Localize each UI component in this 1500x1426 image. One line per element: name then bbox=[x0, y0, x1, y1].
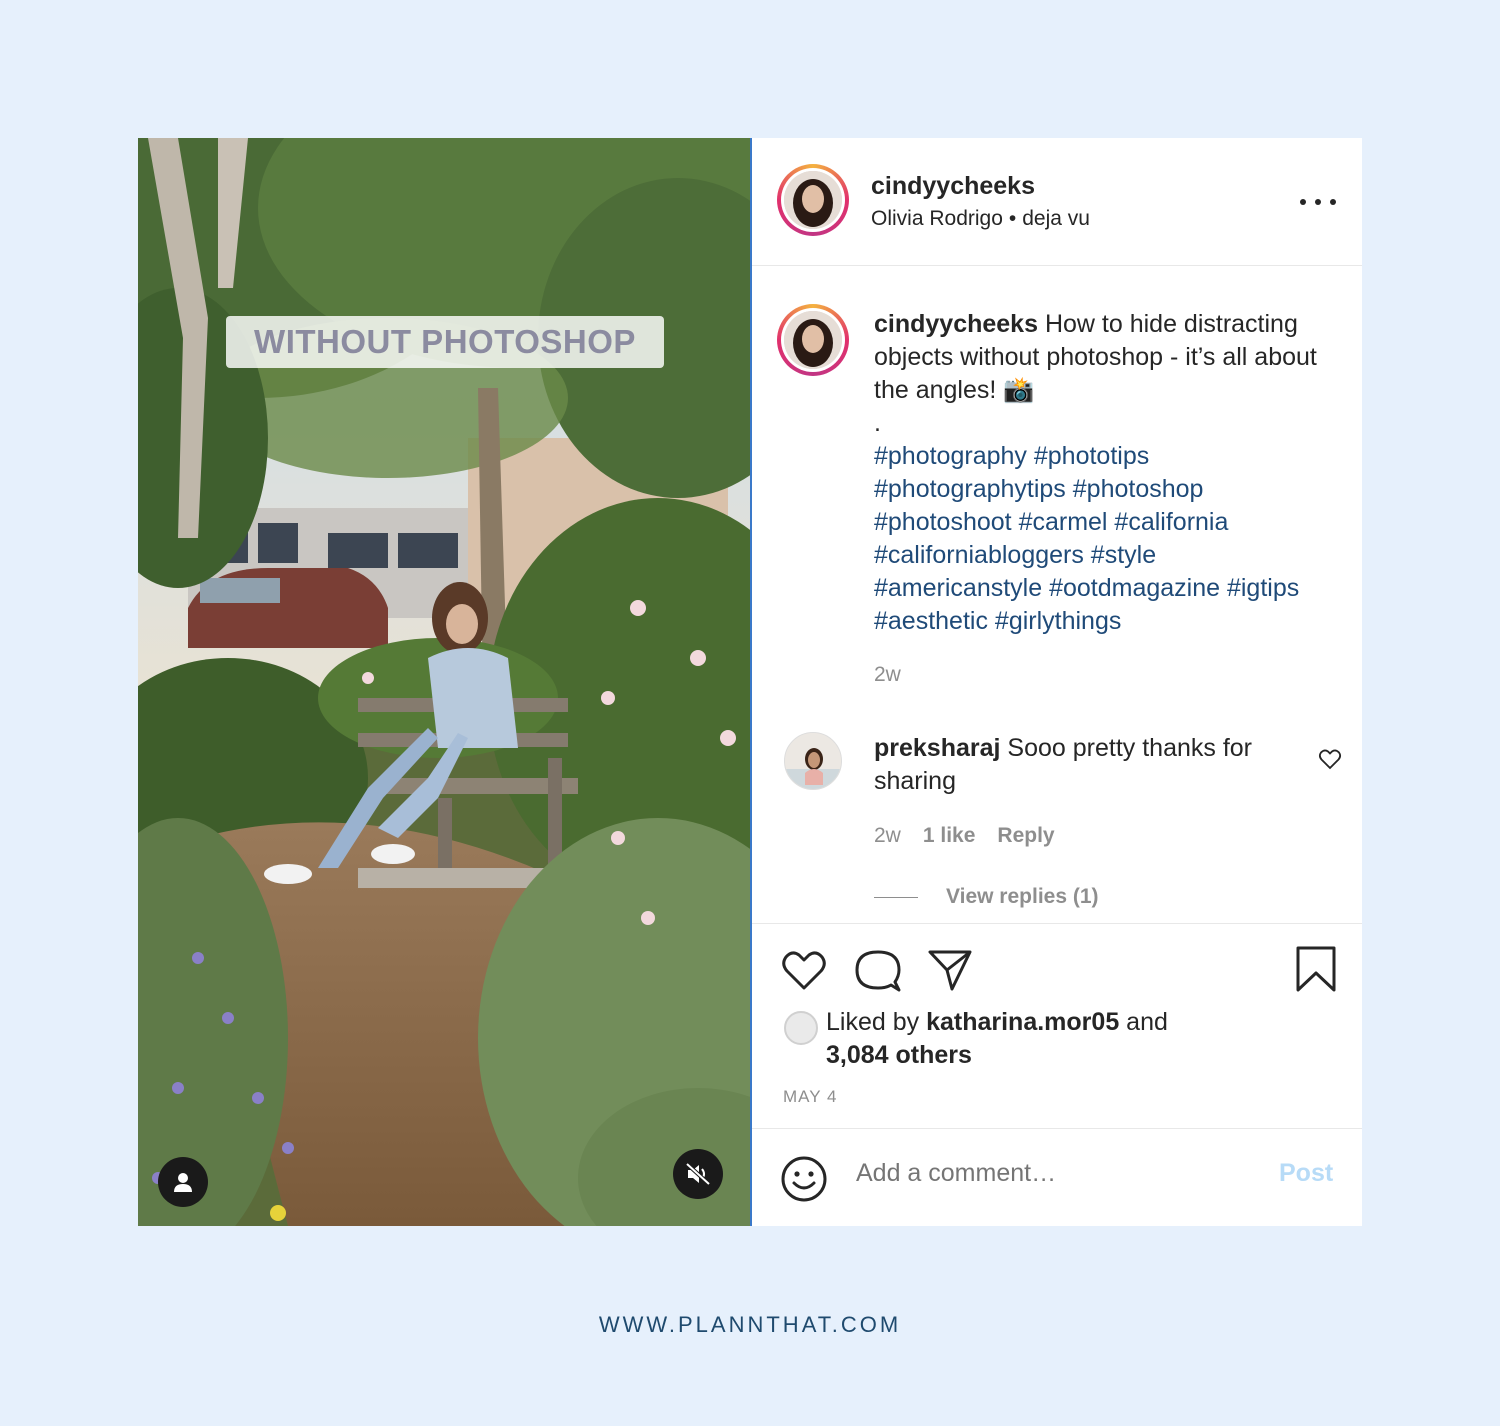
caption-dot: . bbox=[874, 409, 881, 437]
comment-timestamp[interactable]: 2w bbox=[874, 824, 901, 848]
caption-author-avatar[interactable] bbox=[777, 304, 849, 376]
author-avatar-photo bbox=[784, 171, 842, 229]
post-media[interactable]: WITHOUT PHOTOSHOP bbox=[138, 138, 752, 1226]
hashtag-line[interactable]: #californiabloggers #style bbox=[874, 539, 1344, 572]
smiley-icon[interactable] bbox=[780, 1155, 828, 1203]
music-info[interactable]: Olivia Rodrigo • deja vu bbox=[871, 207, 1090, 231]
post-header: cindyycheeks Olivia Rodrigo • deja vu bbox=[752, 138, 1362, 266]
view-replies-label: View replies (1) bbox=[946, 885, 1099, 908]
liker-username[interactable]: katharina.mor05 bbox=[926, 1008, 1119, 1036]
heart-icon[interactable] bbox=[781, 949, 827, 991]
garden-photo bbox=[138, 138, 750, 1226]
likes-summary[interactable]: Liked by katharina.mor05 and 3,084 other… bbox=[826, 1006, 1266, 1072]
post-caption: cindyycheeks How to hide distracting obj… bbox=[874, 308, 1344, 638]
paper-plane-icon[interactable] bbox=[927, 948, 973, 992]
music-artist: Olivia Rodrigo bbox=[871, 207, 1003, 230]
caption-timestamp[interactable]: 2w bbox=[874, 663, 901, 687]
view-replies-button[interactable]: View replies (1) bbox=[874, 885, 1099, 909]
music-separator: • bbox=[1008, 207, 1017, 230]
post-side-panel: cindyycheeks Olivia Rodrigo • deja vu ci… bbox=[752, 138, 1362, 1226]
likes-conjunction: and bbox=[1126, 1008, 1168, 1036]
comment-heart-icon[interactable] bbox=[1318, 748, 1342, 770]
comment-meta: 2w 1 like Reply bbox=[874, 824, 1055, 848]
video-overlay-text: WITHOUT PHOTOSHOP bbox=[226, 316, 664, 368]
muted-speaker-icon bbox=[685, 1162, 711, 1186]
footer-url: WWW.PLANNTHAT.COM bbox=[598, 1312, 902, 1337]
author-username[interactable]: cindyycheeks bbox=[871, 172, 1035, 201]
tagged-people-button[interactable] bbox=[158, 1157, 208, 1207]
bookmark-icon[interactable] bbox=[1296, 946, 1336, 992]
more-options-icon[interactable] bbox=[1300, 190, 1336, 214]
hashtag-line[interactable]: #aesthetic #girlythings bbox=[874, 605, 1344, 638]
commenter-username[interactable]: preksharaj bbox=[874, 734, 1000, 762]
comment-bubble-icon[interactable] bbox=[855, 948, 901, 994]
instagram-post-card: WITHOUT PHOTOSHOP cindyycheeks Olivia Ro… bbox=[138, 138, 1362, 1226]
caption-author-avatar-photo bbox=[784, 311, 842, 369]
comment-body: preksharaj Sooo pretty thanks for sharin… bbox=[874, 732, 1294, 798]
likes-others[interactable]: 3,084 others bbox=[826, 1041, 972, 1069]
liker-avatar[interactable] bbox=[784, 1011, 818, 1045]
caption-username[interactable]: cindyycheeks bbox=[874, 310, 1038, 338]
post-comment-button[interactable]: Post bbox=[1279, 1159, 1333, 1188]
add-comment-bar: Post bbox=[752, 1128, 1362, 1226]
hashtag-list: #photography #phototips #photographytips… bbox=[874, 440, 1344, 638]
hashtag-line[interactable]: #photographytips #photoshop bbox=[874, 473, 1344, 506]
person-icon bbox=[174, 1173, 192, 1192]
post-date: MAY 4 bbox=[783, 1087, 838, 1106]
comment-reply-button[interactable]: Reply bbox=[997, 824, 1054, 848]
hashtag-line[interactable]: #photography #phototips bbox=[874, 440, 1344, 473]
music-title: deja vu bbox=[1022, 207, 1090, 230]
post-actions: Liked by katharina.mor05 and 3,084 other… bbox=[752, 923, 1362, 1128]
commenter-avatar[interactable] bbox=[784, 732, 842, 790]
hashtag-line[interactable]: #americanstyle #ootdmagazine #igtips bbox=[874, 572, 1344, 605]
hashtag-line[interactable]: #photoshoot #carmel #california bbox=[874, 506, 1344, 539]
mute-toggle-button[interactable] bbox=[673, 1149, 723, 1199]
replies-divider bbox=[874, 896, 918, 898]
comment-likes[interactable]: 1 like bbox=[923, 824, 976, 848]
comment-input[interactable] bbox=[856, 1159, 1256, 1188]
likes-prefix: Liked by bbox=[826, 1008, 920, 1036]
author-avatar[interactable] bbox=[777, 164, 849, 236]
